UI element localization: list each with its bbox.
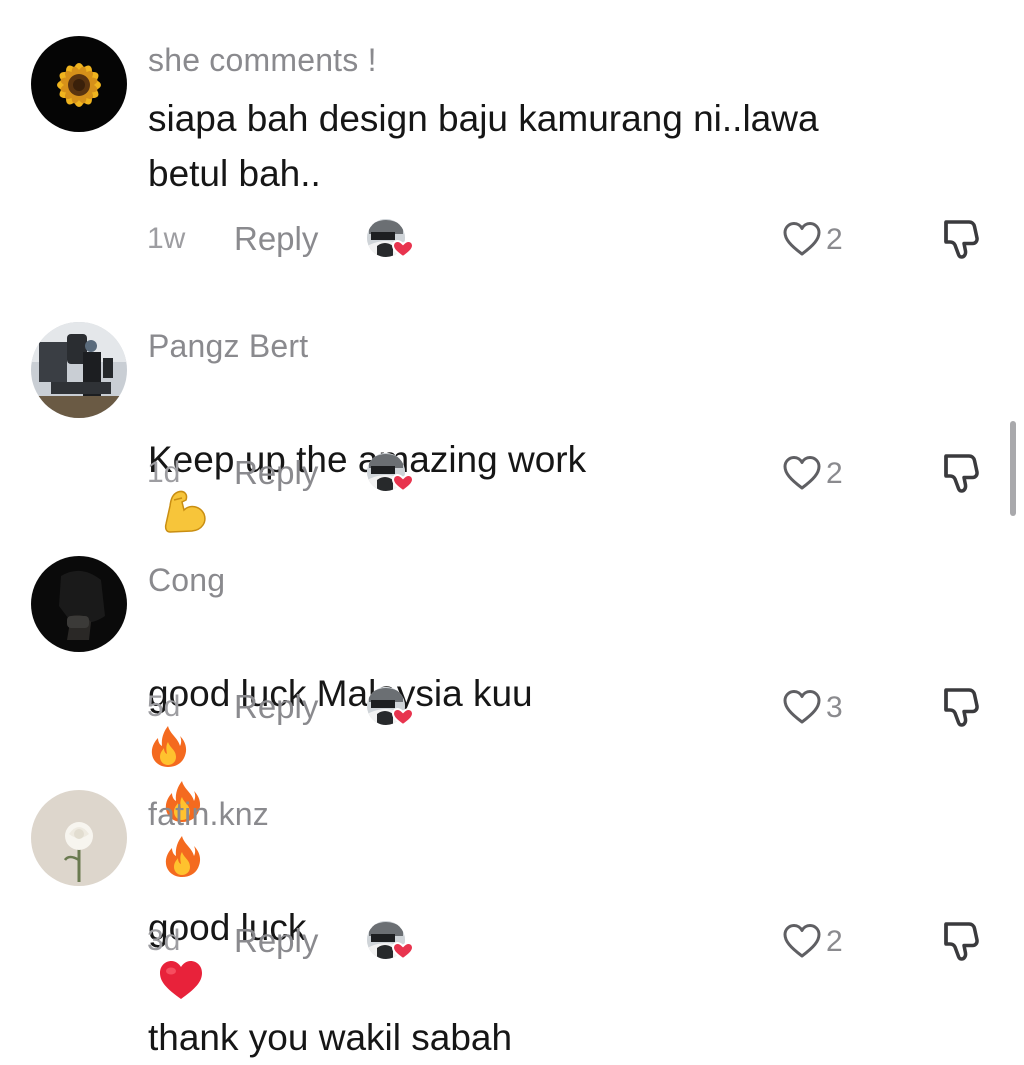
red-heart-icon — [160, 961, 202, 1000]
dislike-icon[interactable] — [936, 216, 986, 262]
heart-outline-icon — [782, 922, 822, 962]
comment-item: she comments ! siapa bah design baju kam… — [0, 0, 1024, 234]
username[interactable]: Cong — [148, 562, 225, 599]
like-button[interactable]: 2 — [782, 218, 843, 262]
dislike-icon[interactable] — [936, 684, 986, 730]
comment-time: 1d — [147, 456, 181, 489]
username[interactable]: fatin.knz — [148, 796, 269, 833]
comment-text-after: thank you wakil sabah — [148, 1017, 513, 1058]
like-count: 2 — [826, 925, 843, 958]
username[interactable]: she comments ! — [148, 42, 377, 79]
reply-button[interactable]: Reply — [234, 454, 318, 492]
comment-item: Cong good luck Malaysia kuu 5d Reply 3 — [0, 534, 1024, 734]
flexed-biceps-icon — [164, 490, 206, 533]
creator-liked-icon — [365, 684, 415, 728]
like-button[interactable]: 2 — [782, 452, 843, 496]
username[interactable]: Pangz Bert — [148, 328, 308, 365]
avatar[interactable] — [31, 790, 127, 886]
scrollbar[interactable] — [1010, 421, 1016, 516]
like-count: 2 — [826, 457, 843, 490]
creator-liked-icon — [365, 450, 415, 494]
dislike-icon[interactable] — [936, 918, 986, 964]
reply-button[interactable]: Reply — [234, 688, 318, 726]
heart-outline-icon — [782, 220, 822, 260]
comment-time: 3d — [147, 924, 181, 957]
avatar[interactable] — [31, 556, 127, 652]
comment-time: 1w — [147, 222, 186, 255]
heart-outline-icon — [782, 688, 822, 728]
reply-button[interactable]: Reply — [234, 220, 318, 258]
like-count: 2 — [826, 223, 843, 256]
comment-time: 5d — [147, 690, 181, 723]
reply-button[interactable]: Reply — [234, 922, 318, 960]
avatar[interactable] — [31, 36, 127, 132]
like-button[interactable]: 3 — [782, 686, 843, 730]
like-count: 3 — [826, 691, 843, 724]
fire-icon — [148, 724, 188, 768]
comment-text-content: good luck Malaysia kuu — [148, 673, 533, 714]
creator-liked-icon — [365, 918, 415, 962]
avatar[interactable] — [31, 322, 127, 418]
comment-item: fatin.knz good luck thank you wakil saba… — [0, 768, 1024, 1058]
comment-text: siapa bah design baju kamurang ni..lawa … — [148, 98, 819, 194]
dislike-icon[interactable] — [936, 450, 986, 496]
heart-outline-icon — [782, 454, 822, 494]
dark-portrait-icon — [31, 556, 127, 652]
white-rose-icon — [31, 790, 127, 886]
creator-liked-icon — [365, 216, 415, 260]
like-button[interactable]: 2 — [782, 920, 843, 964]
comment-item: Pangz Bert Keep up the amazing work 1d R… — [0, 300, 1024, 533]
sunflower-icon — [31, 36, 127, 132]
microscope-icon — [31, 322, 127, 418]
